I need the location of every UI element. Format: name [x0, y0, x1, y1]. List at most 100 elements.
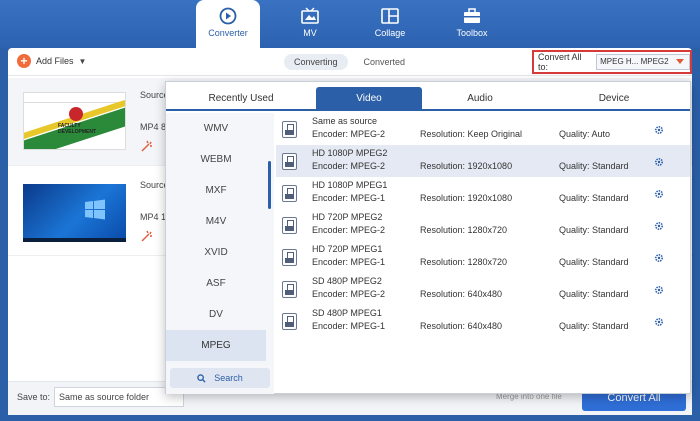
search-icon [197, 373, 206, 383]
gear-icon[interactable] [654, 157, 664, 167]
format-encoder: Encoder: MPEG-2 [312, 129, 386, 139]
status-tabs: Converting Converted [284, 54, 415, 70]
mv-icon [301, 7, 319, 24]
format-item[interactable]: HD 1080P MPEG1 Encoder: MPEG-1 Resolutio… [276, 177, 690, 209]
video-format-icon [282, 281, 297, 298]
gear-icon[interactable] [654, 317, 664, 327]
format-quality: Quality: Auto [559, 129, 611, 139]
video-thumbnail[interactable]: FACULTY DEVELOPMENT [23, 92, 126, 150]
category-webm[interactable]: WEBM [166, 144, 266, 175]
format-name: Same as source [312, 116, 378, 126]
category-wmv[interactable]: WMV [166, 113, 266, 144]
format-item[interactable]: SD 480P MPEG1 Encoder: MPEG-1 Resolution… [276, 305, 690, 337]
category-m4v[interactable]: M4V [166, 206, 266, 237]
plus-icon: + [17, 54, 31, 68]
nav-toolbox[interactable]: Toolbox [440, 0, 504, 48]
save-to-label: Save to: [17, 392, 51, 402]
converter-icon [219, 7, 237, 25]
format-resolution: Resolution: 1280x720 [420, 225, 508, 235]
toolbox-icon [464, 8, 480, 23]
dropdown-arrow-icon [676, 59, 684, 64]
nav-collage-label: Collage [374, 28, 406, 38]
search-button[interactable]: Search [170, 368, 270, 388]
nav-toolbox-label: Toolbox [456, 28, 488, 38]
gear-icon[interactable] [654, 189, 664, 199]
tab-audio[interactable]: Audio [422, 87, 538, 111]
file-format: MP4 1 [140, 212, 167, 222]
effect-icon[interactable] [141, 230, 153, 242]
video-thumbnail[interactable] [23, 184, 126, 242]
format-resolution: Resolution: 1920x1080 [420, 161, 513, 171]
category-mxf[interactable]: MXF [166, 175, 266, 206]
tab-video[interactable]: Video [316, 87, 422, 111]
format-item[interactable]: HD 1080P MPEG2 Encoder: MPEG-2 Resolutio… [276, 145, 690, 177]
tab-converted[interactable]: Converted [354, 54, 416, 70]
format-quality: Quality: Standard [559, 257, 629, 267]
toolbar: + Add Files ▼ Converting Converted Conve… [8, 48, 692, 76]
format-encoder: Encoder: MPEG-1 [312, 193, 386, 203]
format-quality: Quality: Standard [559, 161, 629, 171]
convert-all-to: Convert All to: MPEG H... MPEG2 [532, 50, 692, 74]
video-format-icon [282, 153, 297, 170]
category-asf[interactable]: ASF [166, 268, 266, 299]
effect-icon[interactable] [141, 140, 153, 152]
format-item[interactable]: HD 720P MPEG1 Encoder: MPEG-1 Resolution… [276, 241, 690, 273]
format-item[interactable]: SD 480P MPEG2 Encoder: MPEG-2 Resolution… [276, 273, 690, 305]
format-resolution: Resolution: 1280x720 [420, 257, 508, 267]
format-encoder: Encoder: MPEG-2 [312, 161, 386, 171]
format-name: HD 1080P MPEG1 [312, 180, 388, 190]
category-list: WMV WEBM MXF M4V XVID ASF DV MPEG Search [166, 113, 274, 394]
windows-logo-icon [85, 199, 105, 220]
file-format: MP4 8 [140, 122, 167, 132]
format-encoder: Encoder: MPEG-2 [312, 225, 386, 235]
tab-recently-used[interactable]: Recently Used [166, 87, 316, 111]
format-item[interactable]: Same as source Encoder: MPEG-2 Resolutio… [276, 113, 690, 145]
nav-mv-label: MV [303, 28, 317, 38]
format-resolution: Resolution: 1920x1080 [420, 193, 513, 203]
tab-converting[interactable]: Converting [284, 54, 348, 70]
format-encoder: Encoder: MPEG-1 [312, 321, 386, 331]
nav-converter-label: Converter [208, 28, 248, 38]
format-tabs: Recently Used Video Audio Device [166, 87, 690, 111]
format-encoder: Encoder: MPEG-1 [312, 257, 386, 267]
format-item[interactable]: HD 720P MPEG2 Encoder: MPEG-2 Resolution… [276, 209, 690, 241]
gear-icon[interactable] [654, 285, 664, 295]
caret-down-icon[interactable]: ▼ [79, 57, 87, 66]
format-name: SD 480P MPEG2 [312, 276, 382, 286]
gear-icon[interactable] [654, 221, 664, 231]
category-xvid[interactable]: XVID [166, 237, 266, 268]
thumbnail-text: FACULTY DEVELOPMENT [58, 123, 97, 135]
nav-collage[interactable]: Collage [358, 0, 422, 48]
search-label: Search [214, 373, 243, 383]
convert-all-label: Convert All to: [538, 52, 582, 72]
format-name: HD 1080P MPEG2 [312, 148, 388, 158]
format-quality: Quality: Standard [559, 225, 629, 235]
format-name: HD 720P MPEG2 [312, 212, 383, 222]
nav-mv[interactable]: MV [278, 0, 342, 48]
collage-icon [381, 8, 399, 24]
format-encoder: Encoder: MPEG-2 [312, 289, 386, 299]
add-files-button[interactable]: + Add Files ▼ [17, 54, 86, 68]
video-format-icon [282, 185, 297, 202]
format-name: SD 480P MPEG1 [312, 308, 382, 318]
format-quality: Quality: Standard [559, 321, 629, 331]
format-list: Same as source Encoder: MPEG-2 Resolutio… [276, 113, 690, 394]
tab-device[interactable]: Device [538, 87, 690, 111]
category-scrollbar[interactable] [268, 161, 271, 209]
convert-all-value: MPEG H... MPEG2 [600, 57, 669, 66]
add-files-label: Add Files [36, 56, 74, 66]
video-format-icon [282, 313, 297, 330]
format-resolution: Resolution: 640x480 [420, 289, 503, 299]
category-dv[interactable]: DV [166, 299, 266, 330]
video-format-icon [282, 121, 297, 138]
format-quality: Quality: Standard [559, 193, 629, 203]
convert-all-select[interactable]: MPEG H... MPEG2 [596, 54, 690, 70]
format-resolution: Resolution: Keep Original [420, 129, 523, 139]
video-format-icon [282, 217, 297, 234]
gear-icon[interactable] [654, 125, 664, 135]
video-format-icon [282, 249, 297, 266]
format-name: HD 720P MPEG1 [312, 244, 383, 254]
nav-converter[interactable]: Converter [196, 0, 260, 48]
category-mpeg[interactable]: MPEG [166, 330, 266, 361]
gear-icon[interactable] [654, 253, 664, 263]
